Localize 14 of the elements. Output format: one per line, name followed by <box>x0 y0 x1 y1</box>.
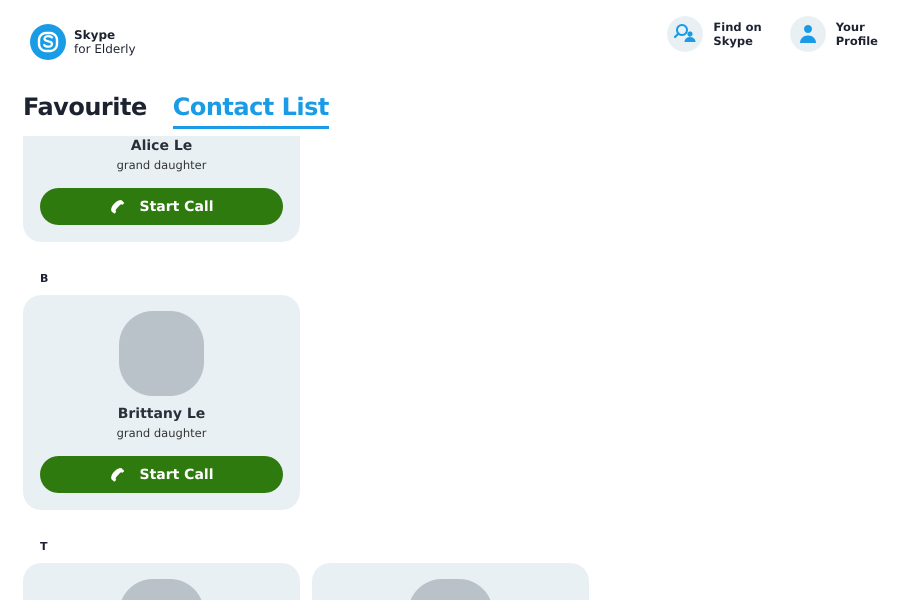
app-tagline: for Elderly <box>74 42 136 56</box>
section-letter: T <box>40 540 49 553</box>
tab[interactable]: Favourite <box>23 90 147 129</box>
app-name: Skype <box>74 28 116 42</box>
profile-button[interactable]: Your Profile <box>790 16 878 52</box>
skype-logo-icon <box>30 24 66 60</box>
start-call-button[interactable]: Start Call <box>40 188 283 225</box>
find-on-skype-button[interactable]: Find on Skype <box>667 16 762 52</box>
start-call-button[interactable]: Start Call <box>40 456 283 493</box>
contact-relation: grand daughter <box>116 426 206 440</box>
contact-name: Alice Le <box>130 137 192 156</box>
section-letter: B <box>40 272 50 285</box>
contact-name: Brittany Le <box>118 405 206 424</box>
contact-relation: grand daughter <box>116 158 206 172</box>
